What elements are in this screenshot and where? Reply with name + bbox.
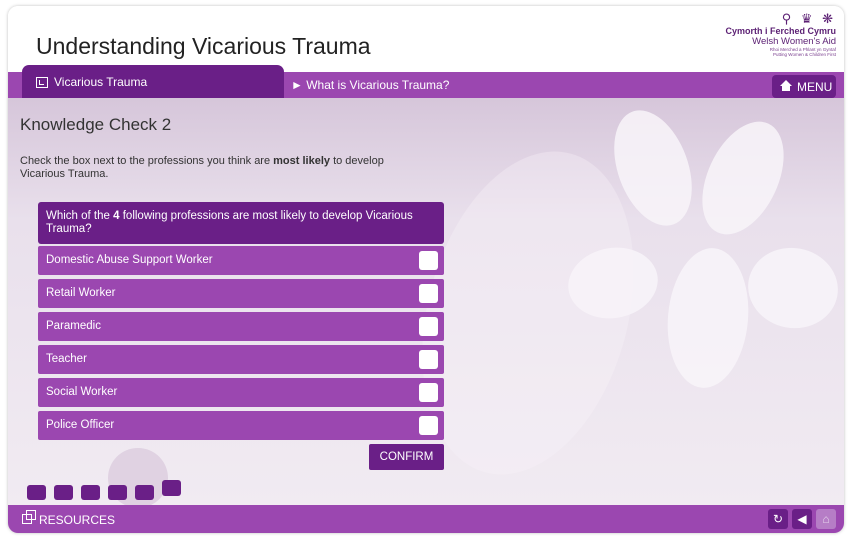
logo-icons: ⚲ ♛ ❋	[781, 11, 836, 26]
option-checkbox[interactable]	[419, 383, 438, 402]
back-icon[interactable]: ◀	[792, 509, 812, 529]
option-label: Paramedic	[46, 320, 101, 332]
logo-line4: Putting Women & Children First	[773, 52, 836, 57]
progress-dot[interactable]	[81, 485, 100, 500]
progress-dot[interactable]	[135, 485, 154, 500]
nav-bar: Vicarious Trauma ► What is Vicarious Tra…	[8, 65, 844, 98]
section-icon	[36, 77, 48, 88]
menu-label: MENU	[797, 80, 833, 94]
resources-button[interactable]: RESOURCES	[8, 505, 768, 533]
background-petal	[662, 244, 754, 392]
option-checkbox[interactable]	[419, 416, 438, 435]
option-label: Police Officer	[46, 419, 115, 431]
instructions: Check the box next to the professions yo…	[20, 155, 400, 181]
resources-icon	[22, 510, 36, 524]
confirm-button[interactable]: CONFIRM	[369, 444, 444, 470]
option-row[interactable]: Social Worker	[38, 378, 444, 407]
option-row[interactable]: Paramedic	[38, 312, 444, 341]
refresh-icon[interactable]: ↻	[768, 509, 788, 529]
question-box: Which of the 4 following professions are…	[38, 202, 444, 244]
breadcrumb: ► What is Vicarious Trauma?	[291, 78, 450, 92]
footer: RESOURCES ↻ ◀ ⌂	[8, 505, 844, 533]
option-checkbox[interactable]	[419, 251, 438, 270]
section-tab[interactable]: Vicarious Trauma	[22, 65, 284, 98]
section-label: Vicarious Trauma	[54, 75, 148, 89]
option-row[interactable]: Retail Worker	[38, 279, 444, 308]
question-text: Which of the 4 following professions are…	[46, 210, 426, 236]
home-icon: ⌂	[816, 509, 836, 529]
instructions-text: Check the box next to the professions yo…	[20, 155, 274, 167]
option-checkbox[interactable]	[419, 350, 438, 369]
option-row[interactable]: Teacher	[38, 345, 444, 374]
course-window: Understanding Vicarious Trauma ⚲ ♛ ❋ Cym…	[8, 6, 844, 533]
progress-dot[interactable]	[27, 485, 46, 500]
progress-dot[interactable]	[108, 485, 127, 500]
option-label: Social Worker	[46, 386, 118, 398]
content-area: Knowledge Check 2 Check the box next to …	[8, 98, 844, 505]
option-label: Domestic Abuse Support Worker	[46, 254, 213, 266]
option-row[interactable]: Police Officer	[38, 411, 444, 440]
home-icon	[780, 80, 792, 91]
option-checkbox[interactable]	[419, 284, 438, 303]
progress-dot-current[interactable]	[162, 480, 181, 496]
background-petal	[685, 108, 801, 248]
welsh-womens-aid-logo: ⚲ ♛ ❋ Cymorth i Ferched Cymru Welsh Wome…	[706, 12, 836, 72]
option-row[interactable]: Domestic Abuse Support Worker	[38, 246, 444, 275]
menu-button[interactable]: MENU	[772, 75, 836, 98]
option-checkbox[interactable]	[419, 317, 438, 336]
course-title: Understanding Vicarious Trauma	[36, 33, 371, 59]
question-pre: Which of the	[46, 210, 114, 222]
page-title: Knowledge Check 2	[20, 115, 172, 134]
option-label: Retail Worker	[46, 287, 116, 299]
background-petal	[741, 240, 844, 336]
resources-label: RESOURCES	[39, 513, 116, 527]
logo-line1: Cymorth i Ferched Cymru	[725, 26, 836, 36]
option-label: Teacher	[46, 353, 87, 365]
instructions-emphasis: most likely	[273, 155, 331, 167]
header: Understanding Vicarious Trauma ⚲ ♛ ❋ Cym…	[8, 6, 844, 72]
progress-dot[interactable]	[54, 485, 73, 500]
logo-line2: Welsh Women's Aid	[752, 36, 836, 47]
